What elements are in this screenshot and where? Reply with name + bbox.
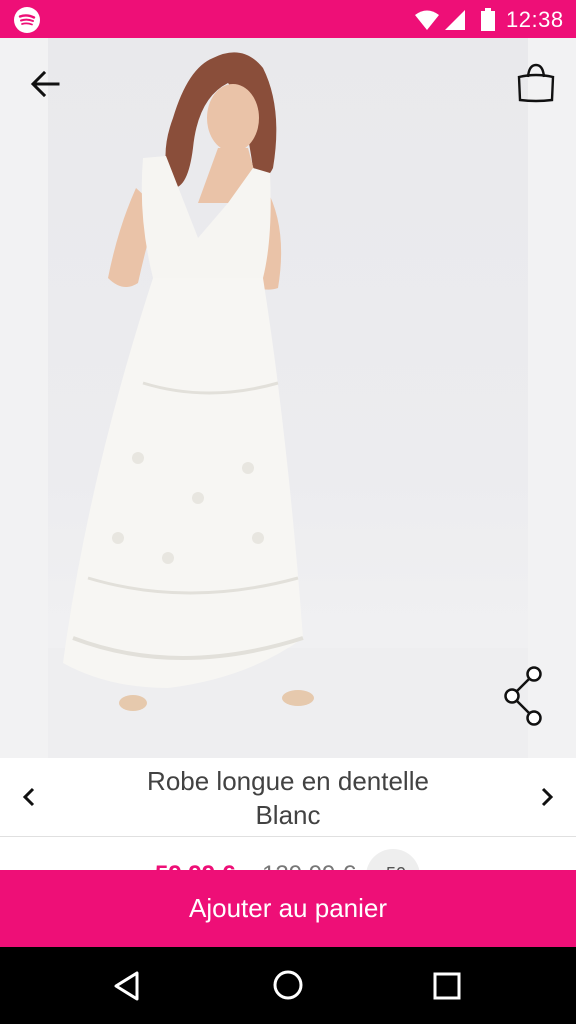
arrow-left-icon[interactable] bbox=[26, 64, 66, 104]
add-to-cart-button[interactable]: Ajouter au panier bbox=[0, 870, 576, 947]
product-title: Robe longue en dentelle Blanc bbox=[70, 764, 506, 832]
chevron-right-icon[interactable] bbox=[532, 782, 562, 812]
spotify-icon bbox=[14, 7, 40, 33]
wifi-icon bbox=[415, 10, 439, 30]
shopping-bag-icon[interactable] bbox=[512, 60, 560, 108]
product-title-bar: Robe longue en dentelle Blanc bbox=[0, 758, 576, 837]
share-icon[interactable] bbox=[500, 664, 552, 730]
product-name: Robe longue en dentelle bbox=[147, 766, 429, 796]
chevron-left-icon[interactable] bbox=[14, 782, 44, 812]
discount-badge: -50 bbox=[366, 849, 420, 871]
nav-recents-icon[interactable] bbox=[432, 971, 462, 1001]
product-gallery[interactable] bbox=[0, 38, 576, 770]
price-row: 59,99 € 129,99 € -50 bbox=[0, 837, 576, 871]
status-bar: 12:38 bbox=[0, 0, 576, 38]
nav-back-icon[interactable] bbox=[110, 969, 144, 1003]
nav-home-icon[interactable] bbox=[270, 967, 306, 1003]
product-color: Blanc bbox=[255, 800, 321, 830]
product-image[interactable] bbox=[48, 38, 528, 758]
battery-icon bbox=[481, 8, 495, 31]
system-nav-bar bbox=[0, 947, 576, 1024]
signal-icon bbox=[445, 10, 465, 30]
status-time: 12:38 bbox=[506, 7, 564, 32]
